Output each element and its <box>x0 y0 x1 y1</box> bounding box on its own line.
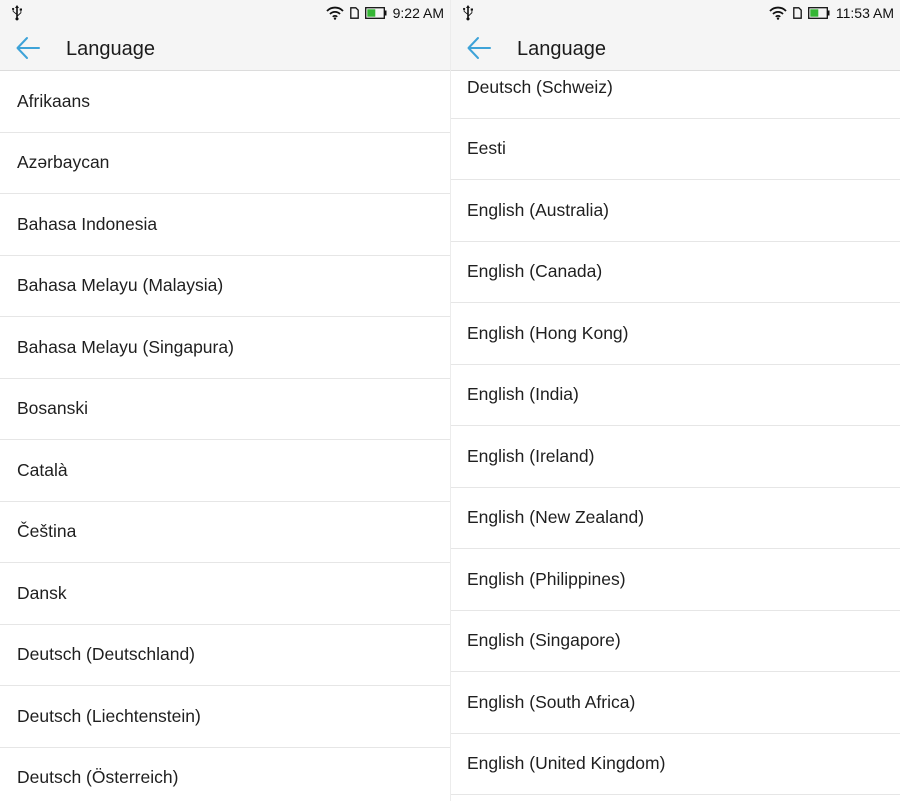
language-item[interactable]: English (South Africa) <box>451 672 900 734</box>
language-item[interactable]: Dansk <box>0 563 450 625</box>
language-item[interactable]: Bahasa Melayu (Singapura) <box>0 317 450 379</box>
language-item[interactable]: Bahasa Melayu (Malaysia) <box>0 256 450 317</box>
language-item[interactable]: English (Hong Kong) <box>451 303 900 365</box>
back-arrow-icon <box>16 37 40 59</box>
wifi-icon <box>325 6 344 20</box>
usb-icon <box>463 5 473 21</box>
app-header: 11:53 AM Language <box>451 0 900 71</box>
toolbar: Language <box>451 26 900 70</box>
back-arrow-icon <box>467 37 491 59</box>
language-item[interactable]: Català <box>0 440 450 502</box>
language-item[interactable]: Eesti <box>451 119 900 180</box>
language-item[interactable]: English (India) <box>451 365 900 426</box>
language-item[interactable]: Deutsch (Deutschland) <box>0 625 450 686</box>
language-item[interactable]: English (Philippines) <box>451 549 900 611</box>
status-time: 9:22 AM <box>392 5 444 21</box>
status-icons: 9:22 AM <box>325 4 444 22</box>
page-title: Language <box>517 38 606 60</box>
status-icons: 11:53 AM <box>769 4 894 22</box>
usb-icon <box>12 5 22 21</box>
language-item[interactable]: Deutsch (Liechtenstein) <box>0 686 450 748</box>
wifi-icon <box>769 6 787 20</box>
status-bar: 9:22 AM <box>0 0 450 26</box>
language-item[interactable]: English (United Kingdom) <box>451 734 900 795</box>
language-item[interactable]: Deutsch (Österreich) <box>0 748 450 801</box>
language-item[interactable]: Afrikaans <box>0 71 450 133</box>
left-screen: 9:22 AM Language Afrikaans Azərbaycan Ba… <box>0 0 450 801</box>
language-item[interactable]: English (Ireland) <box>451 426 900 488</box>
language-item[interactable]: Azərbaycan <box>0 133 450 194</box>
right-screen: 11:53 AM Language Deutsch (Schweiz) Eest… <box>450 0 900 801</box>
language-item[interactable]: English (Canada) <box>451 242 900 303</box>
language-item[interactable]: English (New Zealand) <box>451 488 900 549</box>
language-list: Afrikaans Azərbaycan Bahasa Indonesia Ba… <box>0 71 450 801</box>
screens-container: 9:22 AM Language Afrikaans Azərbaycan Ba… <box>0 0 900 801</box>
status-bar: 11:53 AM <box>451 0 900 26</box>
back-button[interactable] <box>465 34 493 62</box>
language-item[interactable]: English (Singapore) <box>451 611 900 672</box>
toolbar: Language <box>0 26 450 70</box>
language-item[interactable]: Bahasa Indonesia <box>0 194 450 256</box>
back-button[interactable] <box>14 34 42 62</box>
status-time: 11:53 AM <box>835 5 894 21</box>
page-title: Language <box>66 38 155 60</box>
language-list: Deutsch (Schweiz) Eesti English (Austral… <box>451 57 900 795</box>
battery-icon <box>364 7 387 19</box>
sim-icon <box>793 7 802 19</box>
language-item[interactable]: Čeština <box>0 502 450 563</box>
language-item[interactable]: English (Australia) <box>451 180 900 242</box>
language-item[interactable]: Bosanski <box>0 379 450 440</box>
sim-icon <box>349 7 359 19</box>
battery-icon <box>807 7 830 19</box>
app-header: 9:22 AM Language <box>0 0 450 71</box>
